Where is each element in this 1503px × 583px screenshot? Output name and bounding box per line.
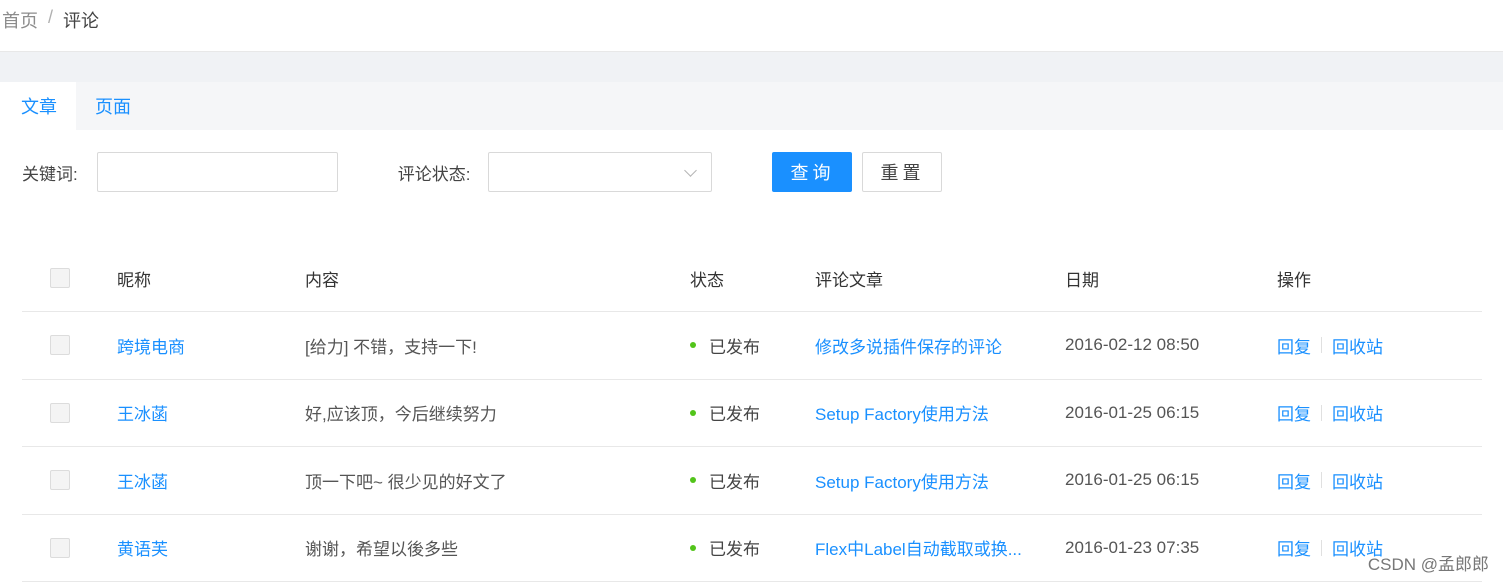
nickname-link[interactable]: 王冰菡 xyxy=(117,400,168,425)
table-row: 王冰菡 顶一下吧~ 很少见的好文了 已发布 Setup Factory使用方法 … xyxy=(22,447,1482,515)
article-link[interactable]: 修改多说插件保存的评论 xyxy=(815,333,1002,358)
reply-link[interactable]: 回复 xyxy=(1277,400,1311,425)
query-button[interactable]: 查询 xyxy=(772,152,853,192)
row-checkbox[interactable] xyxy=(50,335,70,356)
nickname-link[interactable]: 跨境电商 xyxy=(117,333,185,358)
action-divider xyxy=(1321,539,1322,556)
status-badge: 已发布 xyxy=(690,333,760,358)
comment-date: 2016-01-25 06:15 xyxy=(1065,402,1200,422)
tab-articles[interactable]: 文章 xyxy=(2,82,76,130)
row-actions: 回复 回收站 xyxy=(1277,468,1383,493)
comments-table: 昵称 内容 状态 评论文章 日期 操作 跨境电商 [给力] 不错，支持一下! 已… xyxy=(22,245,1482,582)
header-status: 状态 xyxy=(690,270,724,290)
action-divider xyxy=(1321,404,1322,421)
status-dot-icon xyxy=(690,544,696,551)
header-article: 评论文章 xyxy=(815,270,883,290)
status-dot-icon xyxy=(690,409,696,416)
table-row: 跨境电商 [给力] 不错，支持一下! 已发布 修改多说插件保存的评论 2016-… xyxy=(22,312,1482,380)
status-dot-icon xyxy=(690,477,696,484)
status-text: 已发布 xyxy=(709,472,760,492)
row-actions: 回复 回收站 xyxy=(1277,400,1383,425)
comment-date: 2016-01-25 06:15 xyxy=(1065,470,1200,490)
status-badge: 已发布 xyxy=(690,535,760,560)
breadcrumb: 首页 / 评论 xyxy=(0,0,1503,52)
trash-link[interactable]: 回收站 xyxy=(1332,400,1383,425)
comment-date: 2016-02-12 08:50 xyxy=(1065,335,1200,355)
tab-pages[interactable]: 页面 xyxy=(76,82,150,130)
action-divider xyxy=(1321,472,1322,489)
table-header: 昵称 内容 状态 评论文章 日期 操作 xyxy=(22,245,1482,312)
chevron-down-icon xyxy=(684,164,698,177)
filter-row: 关键词: 评论状态: 查询 重置 xyxy=(22,152,1503,192)
trash-link[interactable]: 回收站 xyxy=(1332,333,1383,358)
keyword-label: 关键词: xyxy=(22,164,78,184)
table-row: 黄语芙 谢谢，希望以後多些 已发布 Flex中Label自动截取或换... 20… xyxy=(22,515,1482,582)
header-content: 内容 xyxy=(305,270,339,290)
comment-date: 2016-01-23 07:35 xyxy=(1065,537,1200,557)
status-badge: 已发布 xyxy=(690,400,760,425)
header-date: 日期 xyxy=(1065,270,1099,290)
row-checkbox[interactable] xyxy=(50,470,70,491)
reply-link[interactable]: 回复 xyxy=(1277,535,1311,560)
comment-status-select[interactable] xyxy=(488,152,713,192)
row-actions: 回复 回收站 xyxy=(1277,333,1383,358)
header-actions: 操作 xyxy=(1277,270,1311,290)
comment-content: 谢谢，希望以後多些 xyxy=(305,540,458,560)
reset-button[interactable]: 重置 xyxy=(862,152,943,192)
comment-content: [给力] 不错，支持一下! xyxy=(305,337,477,357)
breadcrumb-home[interactable]: 首页 xyxy=(2,7,38,33)
status-text: 已发布 xyxy=(709,540,760,560)
comment-status-label: 评论状态: xyxy=(397,164,471,184)
comment-content: 顶一下吧~ 很少见的好文了 xyxy=(305,472,507,492)
watermark: CSDN @孟郎郎 xyxy=(1367,555,1489,574)
action-divider xyxy=(1321,337,1322,354)
breadcrumb-current: 评论 xyxy=(63,11,100,31)
article-link[interactable]: Setup Factory使用方法 xyxy=(815,400,989,425)
reply-link[interactable]: 回复 xyxy=(1277,468,1311,493)
row-checkbox[interactable] xyxy=(50,402,70,423)
table-row: 王冰菡 好,应该顶，今后继续努力 已发布 Setup Factory使用方法 2… xyxy=(22,380,1482,447)
tab-bar: 文章 页面 xyxy=(2,82,1503,130)
status-text: 已发布 xyxy=(709,405,760,425)
content-background xyxy=(0,52,1503,82)
keyword-input[interactable] xyxy=(96,152,338,192)
nickname-link[interactable]: 黄语芙 xyxy=(117,535,168,560)
select-all-checkbox[interactable] xyxy=(50,268,70,288)
header-nickname: 昵称 xyxy=(117,270,151,290)
reply-link[interactable]: 回复 xyxy=(1277,333,1311,358)
trash-link[interactable]: 回收站 xyxy=(1332,468,1383,493)
comment-content: 好,应该顶，今后继续努力 xyxy=(305,405,497,425)
article-link[interactable]: Flex中Label自动截取或换... xyxy=(815,535,1022,560)
row-checkbox[interactable] xyxy=(50,537,70,558)
breadcrumb-separator: / xyxy=(48,7,54,27)
nickname-link[interactable]: 王冰菡 xyxy=(117,468,168,493)
status-text: 已发布 xyxy=(709,337,760,357)
comments-card: 文章 页面 关键词: 评论状态: 查询 重置 昵称 内容 状态 评论文章 日期 … xyxy=(2,82,1503,583)
status-dot-icon xyxy=(690,342,696,349)
status-badge: 已发布 xyxy=(690,468,760,493)
article-link[interactable]: Setup Factory使用方法 xyxy=(815,468,989,493)
